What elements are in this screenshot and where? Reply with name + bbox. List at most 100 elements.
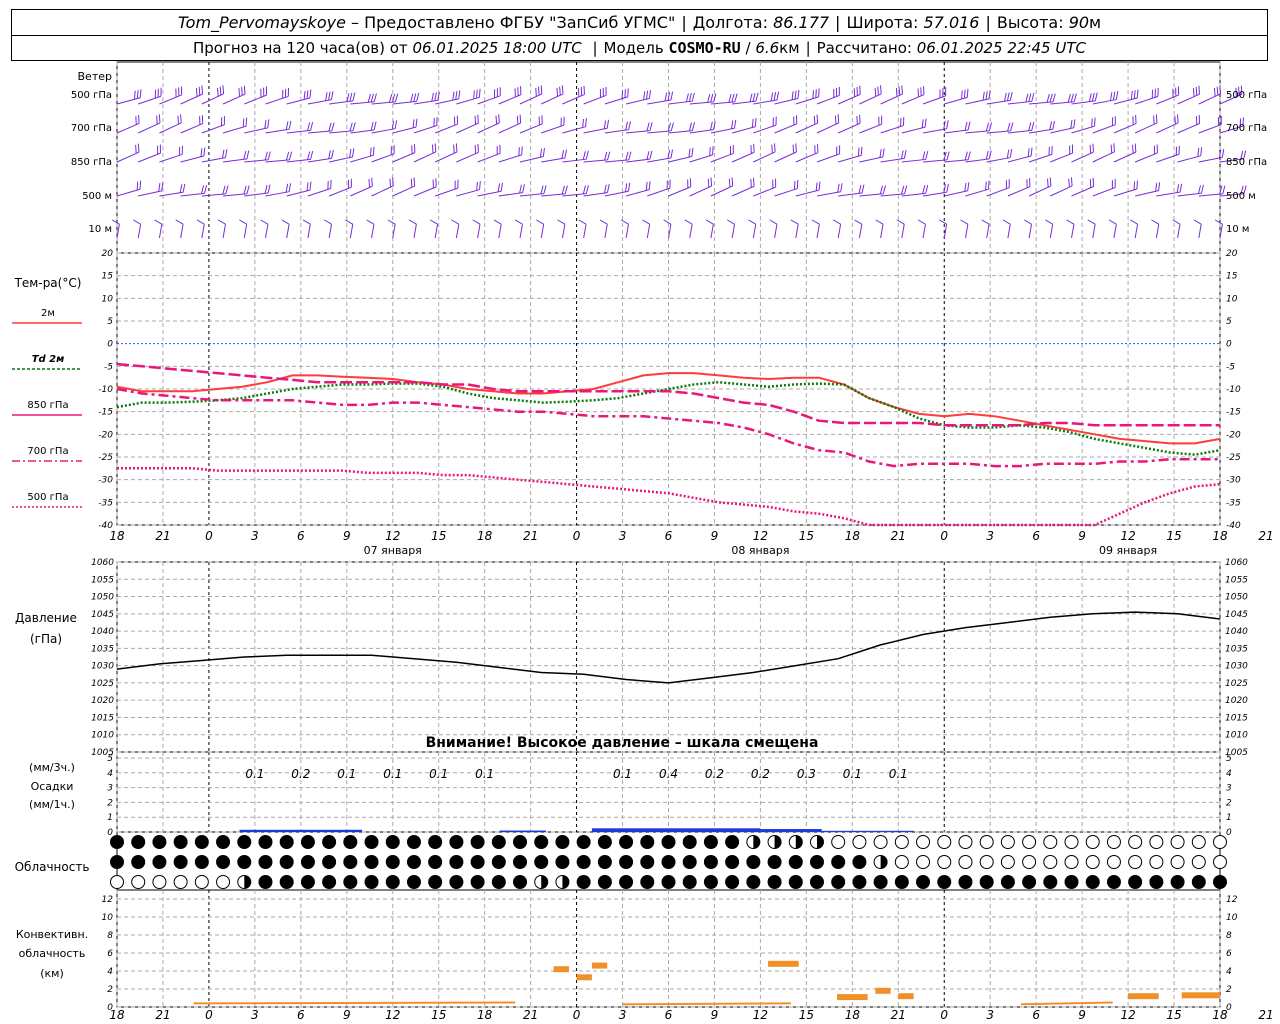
temp-ytick: -30 xyxy=(98,476,113,486)
precip-label: 0.1 xyxy=(613,767,632,781)
wind-barb xyxy=(922,183,949,197)
wind-barb xyxy=(838,146,863,163)
cloud-circle xyxy=(513,835,528,849)
cloud-circle xyxy=(725,875,740,889)
cloud-circle xyxy=(131,855,146,869)
wind-barb xyxy=(222,117,248,134)
cloud-circle xyxy=(682,875,697,889)
temp-ytick-r: -40 xyxy=(1226,521,1241,531)
temp-ytick: 0 xyxy=(107,340,113,350)
legend-2m: 2м xyxy=(41,308,55,319)
cloud-circle xyxy=(979,835,994,849)
temp-xtick: 21 xyxy=(891,529,906,543)
precip-unit-1h: (мм/1ч.) xyxy=(29,798,75,811)
cloud-circle xyxy=(873,835,888,849)
label-layer: -40 -40-35 -35-30 -30-25 -25-20 -20-15 -15-10-… xyxy=(91,249,1274,1022)
cloud-circle xyxy=(194,875,209,889)
cloud-circle xyxy=(1191,835,1206,849)
wind-barb xyxy=(307,149,334,163)
cloud-circle xyxy=(1191,855,1206,869)
wind-barb xyxy=(116,143,140,163)
conv-xtick: 9 xyxy=(711,1008,719,1022)
wind-level-500hpa: 500 гПа xyxy=(71,90,112,101)
cloud-circle xyxy=(1000,835,1015,849)
temp-ytick-r: -15 xyxy=(1226,408,1241,418)
cloud-circle xyxy=(576,835,591,849)
temp-xtick: 18 xyxy=(109,529,125,543)
temp-ytick-r: 20 xyxy=(1226,249,1238,259)
wind-barb xyxy=(774,143,797,163)
wind-barb xyxy=(392,118,418,134)
cloud-circle xyxy=(428,875,443,889)
wind-barb xyxy=(281,219,290,239)
wind-barb xyxy=(244,86,268,105)
wind-barb xyxy=(1156,145,1180,163)
precip-label: 0.2 xyxy=(751,767,770,781)
cloud-circle xyxy=(703,875,718,889)
wind-level-10m: 10 м xyxy=(89,224,112,235)
cloud-circle xyxy=(194,855,209,869)
conv-xtick: 6 xyxy=(665,1008,673,1022)
cloud-circle xyxy=(1170,835,1185,849)
wind-barb xyxy=(493,219,502,239)
conv-xtick: 3 xyxy=(619,1008,627,1022)
conv-xtick: 6 xyxy=(297,1008,305,1022)
wind-barb xyxy=(1092,91,1119,105)
temp-series-4 xyxy=(117,467,1221,527)
wind-level-700hpa: 700 гПа xyxy=(71,123,112,134)
wind-level-850hpa-r: 850 гПа xyxy=(1226,157,1267,168)
cloud-circle xyxy=(406,875,421,889)
cloud-circle xyxy=(661,875,676,889)
conv-ytick-r: 10 xyxy=(1226,913,1238,923)
wind-barb xyxy=(1023,219,1033,239)
wind-barb xyxy=(541,85,564,105)
cloud-circle xyxy=(491,875,506,889)
precip-ytick-r: 1 xyxy=(1226,813,1232,823)
wind-barb xyxy=(1134,87,1159,105)
wind-barb xyxy=(1066,219,1075,239)
conv-bar xyxy=(1181,992,1220,999)
wind-level-850hpa: 850 гПа xyxy=(71,157,112,168)
cloud-circle xyxy=(534,855,549,869)
cloud-circle xyxy=(258,855,273,869)
temp-ytick: -20 xyxy=(98,430,113,440)
wind-barb xyxy=(753,91,780,105)
temp-xtick: 12 xyxy=(753,529,768,543)
wind-barb xyxy=(647,149,674,163)
cloud-circle xyxy=(640,855,655,869)
wind-barb xyxy=(116,89,142,105)
conv-xtick: 21 xyxy=(523,1008,538,1022)
temp-title: Тем-ра(°C) xyxy=(14,276,82,290)
wind-barb xyxy=(1193,219,1202,239)
cloud-circle xyxy=(152,875,167,889)
cloud-half xyxy=(541,875,548,889)
cloud-circle xyxy=(852,875,867,889)
conv-xtick: 0 xyxy=(940,1008,948,1022)
precip-bar xyxy=(239,829,363,832)
cloud-circle xyxy=(555,835,570,849)
cloud-circle xyxy=(110,875,124,889)
wind-barb xyxy=(498,114,522,134)
wind-barb xyxy=(154,219,163,239)
cloud-circle xyxy=(597,835,612,849)
wind-barb xyxy=(302,219,311,239)
wind-barb xyxy=(222,85,246,105)
cloud-circle xyxy=(406,855,421,869)
temp-ytick: -15 xyxy=(98,408,113,418)
cloud-title: Облачность xyxy=(15,860,90,874)
cloud-circle xyxy=(110,855,124,869)
wind-barb xyxy=(413,178,437,197)
temp-xtick: 15 xyxy=(1166,529,1181,543)
wind-barb xyxy=(1214,219,1223,239)
temp-ytick: -35 xyxy=(98,498,113,508)
meteogram: -40 -40-35 -35-30 -30-25 -25-20 -20-15 -15-10-… xyxy=(12,61,1274,1022)
pressure-ytick-r: 1045 xyxy=(1225,610,1248,620)
cloud-circle xyxy=(279,875,294,889)
conv-ytick: 2 xyxy=(107,985,113,995)
cloud-circle xyxy=(1000,875,1015,889)
conv-xtick: 21 xyxy=(1258,1008,1273,1022)
precip-label: 0.1 xyxy=(337,767,356,781)
wind-barb xyxy=(196,219,205,239)
cloud-circle xyxy=(173,855,188,869)
precip-bar xyxy=(591,828,761,832)
